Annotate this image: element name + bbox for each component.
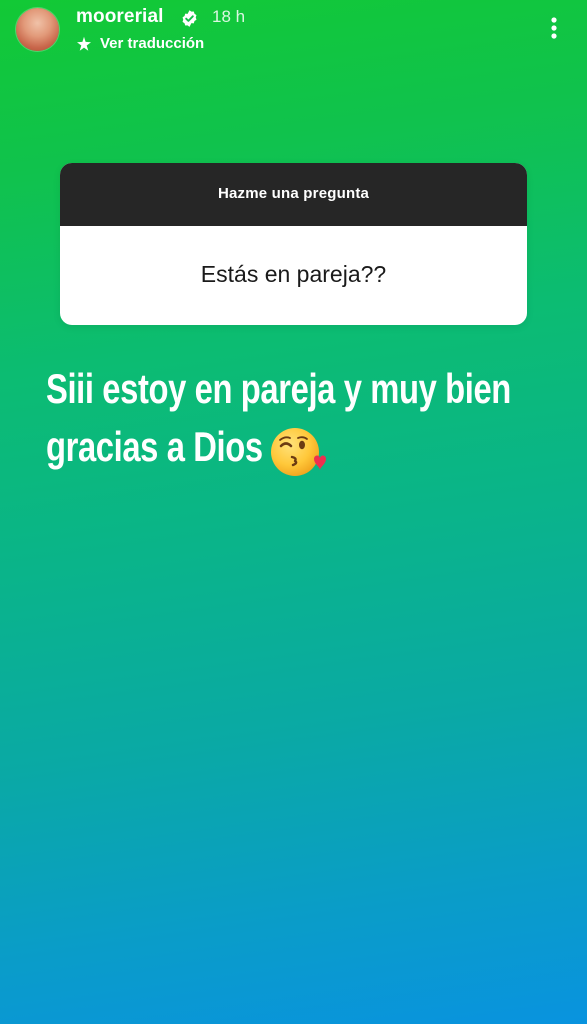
story-view[interactable]: moorerial 18 h Ver traducción Hazme una … — [0, 0, 587, 1024]
post-time: 18 h — [212, 7, 246, 26]
username[interactable]: moorerial — [76, 6, 164, 28]
question-text: Estás en pareja?? — [200, 261, 387, 287]
translate-label: Ver traducción — [100, 35, 205, 52]
question-sticker-header: Hazme una pregunta — [60, 163, 527, 226]
story-header: moorerial 18 h Ver traducción — [0, 0, 587, 64]
question-sticker: Hazme una pregunta Estás en pareja?? — [60, 163, 527, 325]
verified-badge-icon — [182, 10, 197, 27]
more-options-icon[interactable] — [544, 14, 564, 42]
answer-line-1: Siii estoy en pareja y muy bien — [46, 365, 511, 412]
question-sticker-title: Hazme una pregunta — [217, 185, 370, 202]
face-blowing-a-kiss-icon — [271, 428, 326, 476]
avatar[interactable] — [16, 8, 59, 51]
translate-icon — [77, 36, 91, 51]
